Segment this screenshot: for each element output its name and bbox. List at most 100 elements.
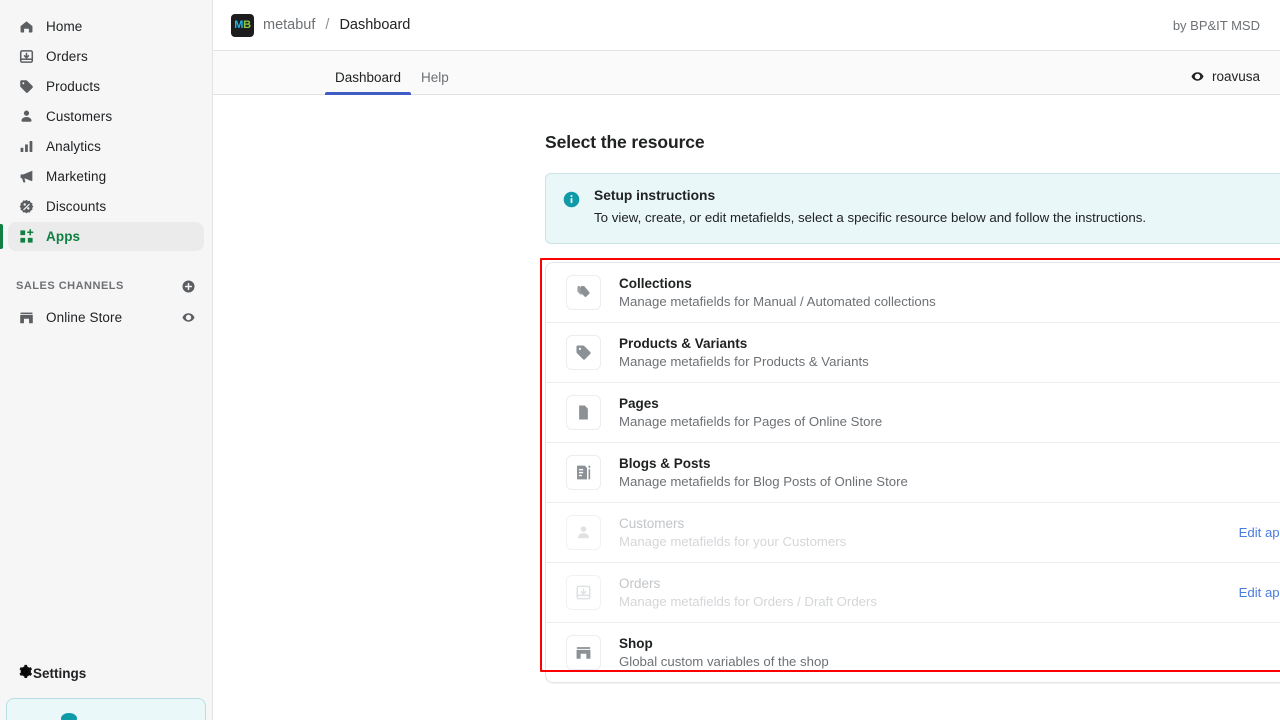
breadcrumb-separator: / bbox=[325, 17, 329, 33]
info-circle-icon bbox=[562, 190, 582, 227]
main-area: MB metabuf / Dashboard by BP&IT MSD Dash… bbox=[213, 0, 1280, 720]
resource-text: Shop Global custom variables of the shop bbox=[619, 636, 829, 669]
tab-label: Dashboard bbox=[335, 70, 401, 85]
content-inner: Select the resource Setup instructions T… bbox=[545, 132, 1280, 683]
page-document-icon bbox=[566, 395, 601, 430]
tab-dashboard[interactable]: Dashboard bbox=[325, 71, 411, 95]
sales-channels-header: SALES CHANNELS bbox=[8, 275, 204, 297]
sidebar: Home Orders Products Customers Analytics bbox=[0, 0, 213, 720]
shop-storefront-icon bbox=[566, 635, 601, 670]
app-topbar: MB metabuf / Dashboard by BP&IT MSD bbox=[213, 0, 1280, 51]
discounts-badge-icon bbox=[16, 197, 36, 217]
marketing-megaphone-icon bbox=[16, 167, 36, 187]
sidebar-item-discounts[interactable]: Discounts bbox=[8, 192, 204, 221]
sidebar-item-analytics[interactable]: Analytics bbox=[8, 132, 204, 161]
resource-text: Collections Manage metafields for Manual… bbox=[619, 276, 936, 309]
resource-text: Customers Manage metafields for your Cus… bbox=[619, 516, 846, 549]
sidebar-item-apps[interactable]: Apps bbox=[8, 222, 204, 251]
sidebar-item-label: Apps bbox=[46, 229, 80, 244]
eye-icon[interactable] bbox=[181, 310, 196, 325]
edit-app-permissions-link[interactable]: Edit app permissions bbox=[1239, 525, 1280, 540]
resource-row-shop[interactable]: Shop Global custom variables of the shop bbox=[546, 623, 1280, 682]
resource-subtitle: Manage metafields for Blog Posts of Onli… bbox=[619, 474, 908, 489]
breadcrumb-page: Dashboard bbox=[339, 17, 410, 33]
apps-grid-plus-icon bbox=[16, 227, 36, 247]
sidebar-item-label: Products bbox=[46, 79, 100, 94]
resource-title: Pages bbox=[619, 396, 882, 411]
sidebar-item-label: Discounts bbox=[46, 199, 106, 214]
content-area: Select the resource Setup instructions T… bbox=[213, 95, 1280, 720]
sidebar-item-label: Orders bbox=[46, 49, 88, 64]
resource-subtitle: Manage metafields for Products & Variant… bbox=[619, 354, 869, 369]
resource-subtitle: Manage metafields for Pages of Online St… bbox=[619, 414, 882, 429]
sidebar-item-label: Customers bbox=[46, 109, 112, 124]
sidebar-item-orders[interactable]: Orders bbox=[8, 42, 204, 71]
sidebar-item-online-store[interactable]: Online Store bbox=[8, 303, 204, 332]
sidebar-nav: Home Orders Products Customers Analytics bbox=[0, 0, 212, 333]
gear-icon bbox=[16, 663, 33, 685]
sidebar-item-label: Analytics bbox=[46, 139, 101, 154]
customer-person-icon bbox=[566, 515, 601, 550]
banner-body: To view, create, or edit metafields, sel… bbox=[594, 208, 1146, 227]
resource-title: Orders bbox=[619, 576, 877, 591]
app-logo-icon: MB bbox=[231, 14, 254, 37]
resource-subtitle: Global custom variables of the shop bbox=[619, 654, 829, 669]
sidebar-item-home[interactable]: Home bbox=[8, 12, 204, 41]
collections-icon bbox=[566, 275, 601, 310]
resource-row-blogs-posts[interactable]: Blogs & Posts Manage metafields for Blog… bbox=[546, 443, 1280, 503]
active-accent-bar bbox=[0, 224, 3, 249]
sidebar-item-label: Marketing bbox=[46, 169, 106, 184]
tab-help[interactable]: Help bbox=[411, 71, 459, 95]
resource-row-collections[interactable]: Collections Manage metafields for Manual… bbox=[546, 263, 1280, 323]
user-name: roavusa bbox=[1212, 69, 1260, 84]
vendor-byline: by BP&IT MSD bbox=[1173, 18, 1260, 33]
edit-app-permissions-link[interactable]: Edit app permissions bbox=[1239, 585, 1280, 600]
products-tag-icon bbox=[16, 77, 36, 97]
breadcrumb: MB metabuf / Dashboard bbox=[231, 14, 410, 37]
resource-text: Pages Manage metafields for Pages of Onl… bbox=[619, 396, 882, 429]
sidebar-promo-card[interactable] bbox=[6, 698, 206, 720]
tab-label: Help bbox=[421, 70, 449, 85]
breadcrumb-app-name[interactable]: metabuf bbox=[263, 17, 315, 33]
sidebar-item-label: Home bbox=[46, 19, 82, 34]
banner-text: Setup instructions To view, create, or e… bbox=[594, 188, 1146, 227]
storefront-icon bbox=[16, 308, 36, 328]
blog-post-icon bbox=[566, 455, 601, 490]
customers-person-icon bbox=[16, 107, 36, 127]
sidebar-item-marketing[interactable]: Marketing bbox=[8, 162, 204, 191]
resource-subtitle: Manage metafields for Manual / Automated… bbox=[619, 294, 936, 309]
resource-row-pages[interactable]: Pages Manage metafields for Pages of Onl… bbox=[546, 383, 1280, 443]
resource-list-card: Collections Manage metafields for Manual… bbox=[545, 262, 1280, 683]
resource-subtitle: Manage metafields for Orders / Draft Ord… bbox=[619, 594, 877, 609]
user-menu[interactable]: roavusa bbox=[1190, 69, 1260, 94]
resource-row-customers: Customers Manage metafields for your Cus… bbox=[546, 503, 1280, 563]
sidebar-item-label: Online Store bbox=[46, 310, 122, 325]
order-inbox-icon bbox=[566, 575, 601, 610]
page-title: Select the resource bbox=[545, 132, 1280, 153]
resource-text: Blogs & Posts Manage metafields for Blog… bbox=[619, 456, 908, 489]
resource-title: Collections bbox=[619, 276, 936, 291]
sidebar-item-label: Settings bbox=[33, 666, 86, 681]
plus-circle-icon[interactable] bbox=[181, 279, 196, 294]
analytics-bars-icon bbox=[16, 137, 36, 157]
tab-bar: Dashboard Help roavusa bbox=[213, 51, 1280, 95]
resource-text: Orders Manage metafields for Orders / Dr… bbox=[619, 576, 877, 609]
resource-title: Shop bbox=[619, 636, 829, 651]
sidebar-item-products[interactable]: Products bbox=[8, 72, 204, 101]
sidebar-bottom: Settings bbox=[0, 659, 212, 720]
banner-title: Setup instructions bbox=[594, 188, 1146, 203]
resource-row-products-variants[interactable]: Products & Variants Manage metafields fo… bbox=[546, 323, 1280, 383]
resource-text: Products & Variants Manage metafields fo… bbox=[619, 336, 869, 369]
eye-icon bbox=[1190, 69, 1205, 84]
product-tag-icon bbox=[566, 335, 601, 370]
resource-list-wrapper: Collections Manage metafields for Manual… bbox=[545, 262, 1280, 683]
sidebar-item-settings[interactable]: Settings bbox=[8, 659, 204, 688]
sidebar-item-customers[interactable]: Customers bbox=[8, 102, 204, 131]
home-icon bbox=[16, 17, 36, 37]
sales-channels-label: SALES CHANNELS bbox=[16, 280, 124, 292]
orders-icon bbox=[16, 47, 36, 67]
setup-instructions-banner: Setup instructions To view, create, or e… bbox=[545, 173, 1280, 244]
resource-title: Blogs & Posts bbox=[619, 456, 908, 471]
resource-title: Customers bbox=[619, 516, 846, 531]
promo-icon bbox=[61, 713, 77, 720]
